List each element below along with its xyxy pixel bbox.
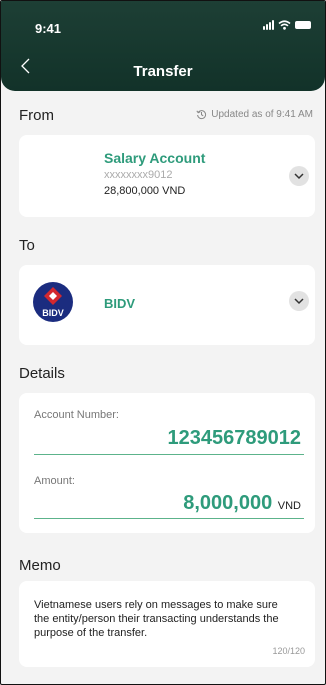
bidv-logo: BIDV xyxy=(33,282,73,322)
to-section-label: To xyxy=(19,237,35,254)
amount-underline xyxy=(34,518,304,519)
signal-icon xyxy=(263,20,274,30)
details-section-label: Details xyxy=(19,365,65,382)
account-name: Salary Account xyxy=(104,150,206,166)
header-bar: 9:41 Transfer xyxy=(1,1,325,91)
account-number-underline xyxy=(34,454,304,455)
status-icons xyxy=(263,20,311,30)
phone-screen: 9:41 Transfer From Updated as of 9:41 AM xyxy=(0,0,326,685)
to-chevron-down-icon[interactable] xyxy=(289,291,309,311)
battery-icon xyxy=(295,21,311,29)
wifi-icon xyxy=(278,20,291,30)
account-number-label: Account Number: xyxy=(34,409,119,421)
account-balance: 28,800,000 VND xyxy=(104,185,186,197)
updated-status: Updated as of 9:41 AM xyxy=(196,109,313,120)
from-section-label: From xyxy=(19,107,54,124)
memo-char-counter: 120/120 xyxy=(272,646,305,656)
account-number-masked: xxxxxxxx9012 xyxy=(104,169,173,181)
updated-text: Updated as of 9:41 AM xyxy=(211,109,313,120)
svg-text:BIDV: BIDV xyxy=(42,308,64,318)
status-time: 9:41 xyxy=(35,21,62,36)
amount-value: 8,000,000 xyxy=(183,492,273,514)
memo-text: Vietnamese users rely on messages to mak… xyxy=(34,599,279,639)
amount-unit: VND xyxy=(277,500,301,512)
memo-section-label: Memo xyxy=(19,557,61,574)
amount-label: Amount: xyxy=(34,475,75,487)
amount-input[interactable]: 8,000,000 VND xyxy=(183,492,301,515)
history-icon xyxy=(196,110,207,120)
bank-name: BIDV xyxy=(104,296,136,311)
from-chevron-down-icon[interactable] xyxy=(289,166,309,186)
page-title: Transfer xyxy=(133,63,193,80)
account-number-input[interactable]: 123456789012 xyxy=(168,427,301,450)
